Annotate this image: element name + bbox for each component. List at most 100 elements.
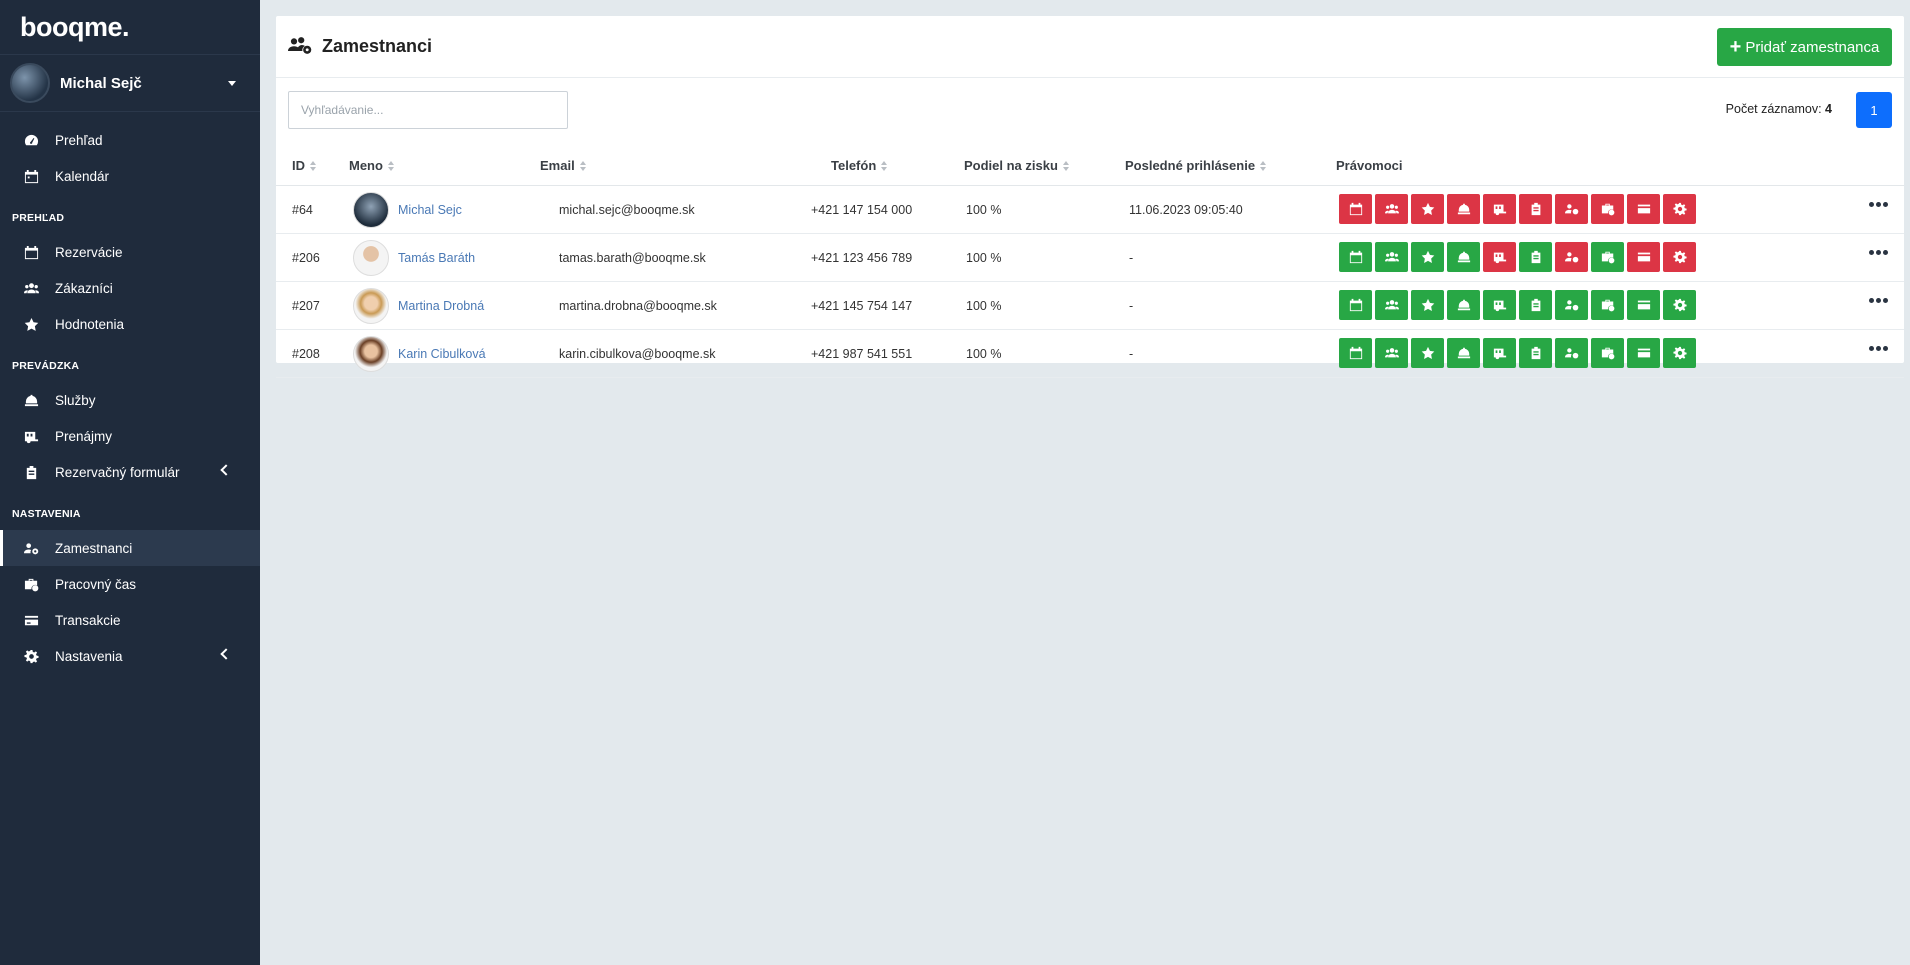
sidebar-item-rezervacie[interactable]: Rezervácie (0, 234, 260, 270)
sidebar-item-zamestnanci[interactable]: Zamestnanci (0, 530, 260, 566)
chevron-left-icon[interactable] (220, 464, 232, 476)
permission-toggle-users[interactable] (1375, 242, 1408, 272)
permission-toggle-gear[interactable] (1663, 242, 1696, 272)
permission-toggle-calendar[interactable] (1339, 290, 1372, 320)
permission-toggle-users-cog[interactable] (1555, 242, 1588, 272)
credit-card-icon (1637, 204, 1650, 214)
more-options-icon[interactable] (1867, 298, 1888, 303)
calendar-icon (1349, 298, 1362, 312)
permission-toggle-credit-card[interactable] (1627, 338, 1660, 368)
sidebar-item-rezervacny-formular[interactable]: Rezervačný formulár (0, 454, 260, 490)
permission-toggle-bell[interactable] (1447, 290, 1480, 320)
cell-profit-share: 100 % (966, 347, 1002, 361)
permission-toggle-bell[interactable] (1447, 242, 1480, 272)
permission-toggle-business-time[interactable] (1591, 194, 1624, 224)
column-header-meno[interactable]: Meno (349, 158, 395, 173)
sidebar-item-prehlad[interactable]: Prehľad (0, 122, 260, 158)
permission-toggle-gear[interactable] (1663, 194, 1696, 224)
column-header-telefon[interactable]: Telefón (831, 158, 888, 173)
user-menu[interactable]: Michal Sejč (0, 54, 260, 112)
business-time-icon (1601, 251, 1614, 264)
sidebar-item-zakaznici[interactable]: Zákazníci (0, 270, 260, 306)
permission-toggle-bell[interactable] (1447, 194, 1480, 224)
trailer-icon (21, 426, 41, 446)
employee-name-link[interactable]: Martina Drobná (398, 282, 484, 330)
column-header-id[interactable]: ID (292, 158, 317, 173)
card-header: Zamestnanci + Pridať zamestnanca (276, 16, 1904, 78)
cell-last-login: 11.06.2023 09:05:40 (1129, 203, 1243, 217)
permission-toggle-clipboard[interactable] (1519, 290, 1552, 320)
caret-down-icon[interactable] (228, 81, 236, 86)
more-options-icon[interactable] (1867, 202, 1888, 207)
sidebar-item-sluzby[interactable]: Služby (0, 382, 260, 418)
permission-toggle-gear[interactable] (1663, 338, 1696, 368)
employee-name-link[interactable]: Michal Sejc (398, 186, 462, 234)
permission-toggle-trailer[interactable] (1483, 242, 1516, 272)
employee-name-link[interactable]: Tamás Baráth (398, 234, 475, 282)
column-header-label: Meno (349, 158, 383, 173)
record-count: Počet záznamov: 4 (1726, 102, 1832, 116)
gear-icon (1672, 202, 1687, 216)
users-cog-icon (1564, 204, 1578, 215)
sidebar-item-label: Služby (55, 392, 96, 408)
sort-icon (387, 160, 395, 171)
permission-toggle-credit-card[interactable] (1627, 194, 1660, 224)
cell-id: #206 (292, 251, 320, 265)
permission-toggle-bell[interactable] (1447, 338, 1480, 368)
permission-toggle-business-time[interactable] (1591, 242, 1624, 272)
permission-toggle-trailer[interactable] (1483, 290, 1516, 320)
permission-toggle-business-time[interactable] (1591, 290, 1624, 320)
employee-name-link[interactable]: Karin Cibulková (398, 330, 486, 378)
permission-toggle-users-cog[interactable] (1555, 194, 1588, 224)
permission-toggle-calendar[interactable] (1339, 242, 1372, 272)
permission-toggle-clipboard[interactable] (1519, 242, 1552, 272)
add-employee-button[interactable]: + Pridať zamestnanca (1717, 28, 1892, 66)
users-icon (1384, 204, 1399, 214)
permission-toggle-calendar[interactable] (1339, 194, 1372, 224)
permission-toggle-users-cog[interactable] (1555, 338, 1588, 368)
cell-avatar (353, 234, 389, 282)
permission-toggle-users[interactable] (1375, 338, 1408, 368)
search-input[interactable] (288, 91, 568, 129)
column-header-posledne-prihlasenie[interactable]: Posledné prihlásenie (1125, 158, 1267, 173)
sidebar-item-transakcie[interactable]: Transakcie (0, 602, 260, 638)
permission-toggle-clipboard[interactable] (1519, 338, 1552, 368)
column-header-podiel[interactable]: Podiel na zisku (964, 158, 1070, 173)
bell-icon (1457, 299, 1470, 311)
permission-toggle-users[interactable] (1375, 290, 1408, 320)
sidebar-item-kalendar[interactable]: Kalendár (0, 158, 260, 194)
permission-toggle-clipboard[interactable] (1519, 194, 1552, 224)
cell-id: #208 (292, 347, 320, 361)
sidebar-item-nastavenia[interactable]: Nastavenia (0, 638, 260, 674)
clipboard-icon (1531, 346, 1540, 360)
business-time-icon (1601, 347, 1614, 360)
column-header-label: Email (540, 158, 575, 173)
sidebar: booqme. Michal Sejč Prehľad Kalendár PRE… (0, 0, 260, 965)
users-icon (1384, 300, 1399, 310)
permission-toggle-trailer[interactable] (1483, 338, 1516, 368)
permission-toggle-users[interactable] (1375, 194, 1408, 224)
permission-toggle-gear[interactable] (1663, 290, 1696, 320)
permission-toggle-star[interactable] (1411, 194, 1444, 224)
more-options-icon[interactable] (1867, 346, 1888, 351)
users-cog-icon (1564, 348, 1578, 359)
chevron-left-icon[interactable] (220, 648, 232, 660)
sidebar-item-hodnotenia[interactable]: Hodnotenia (0, 306, 260, 342)
permission-toggle-credit-card[interactable] (1627, 290, 1660, 320)
cell-profit-share: 100 % (966, 203, 1002, 217)
more-options-icon[interactable] (1867, 250, 1888, 255)
permission-toggle-star[interactable] (1411, 242, 1444, 272)
sidebar-item-prenajmy[interactable]: Prenájmy (0, 418, 260, 454)
permission-toggle-business-time[interactable] (1591, 338, 1624, 368)
brand-logo[interactable]: booqme. (0, 0, 260, 54)
permission-toggle-calendar[interactable] (1339, 338, 1372, 368)
permission-toggle-star[interactable] (1411, 338, 1444, 368)
sidebar-item-pracovny-cas[interactable]: Pracovný čas (0, 566, 260, 602)
bell-icon (21, 390, 41, 410)
permission-toggle-credit-card[interactable] (1627, 242, 1660, 272)
column-header-email[interactable]: Email (540, 158, 587, 173)
permission-toggle-users-cog[interactable] (1555, 290, 1588, 320)
permission-toggle-star[interactable] (1411, 290, 1444, 320)
permission-toggle-trailer[interactable] (1483, 194, 1516, 224)
pagination-page-button[interactable]: 1 (1856, 92, 1892, 128)
